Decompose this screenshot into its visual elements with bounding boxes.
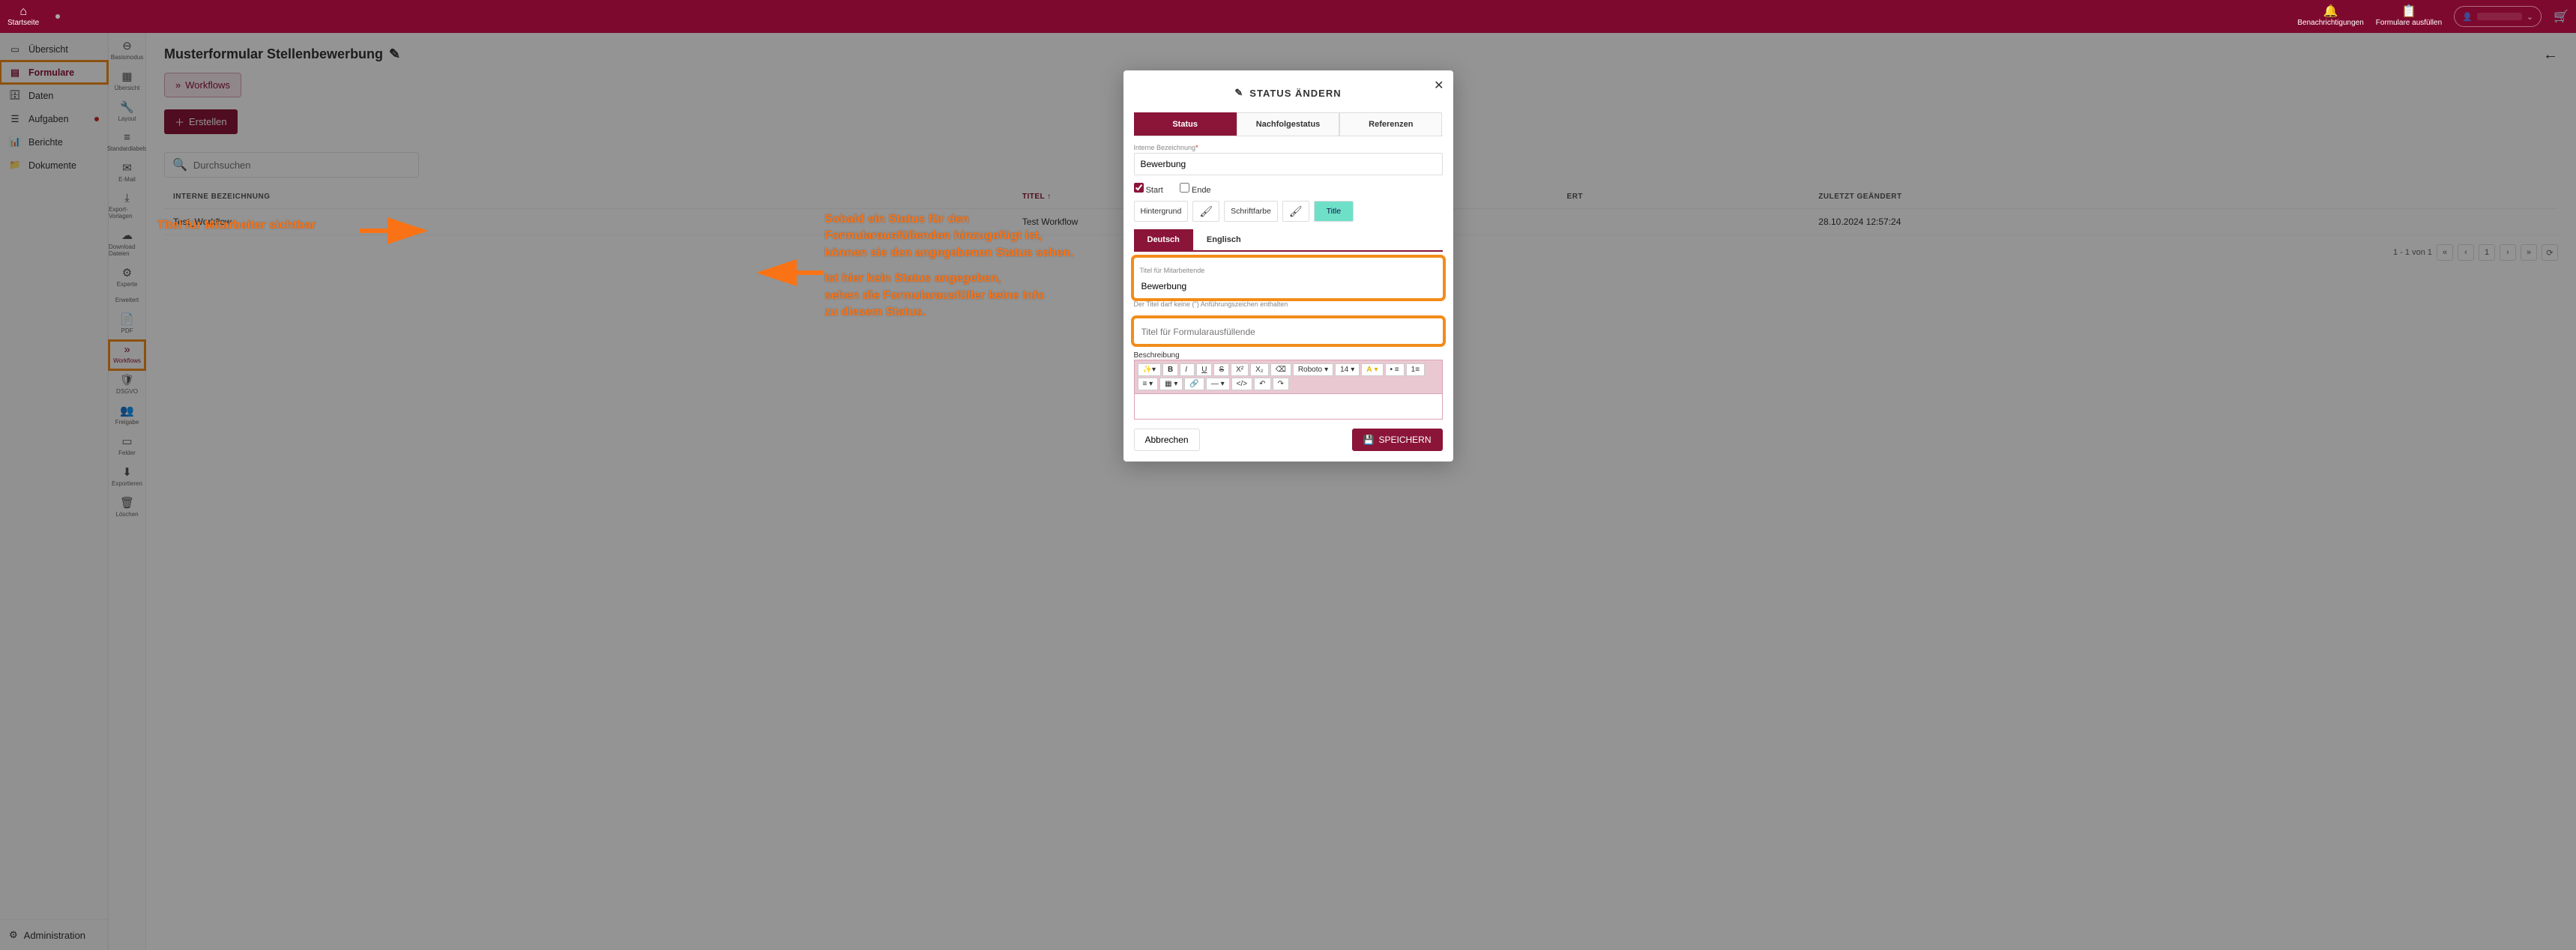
rte-color[interactable]: A ▾ — [1361, 363, 1383, 376]
rte-font[interactable]: Roboto ▾ — [1293, 363, 1333, 376]
user-icon: 👤 — [2462, 12, 2473, 22]
font-color-field[interactable]: Schriftfarbe — [1224, 201, 1278, 222]
home-icon: ⌂ — [19, 6, 27, 18]
rte-ul[interactable]: • ≡ — [1385, 363, 1405, 376]
rte-link[interactable]: 🔗 — [1184, 378, 1204, 390]
titel-note: Der Titel darf keine (") Anführungszeich… — [1134, 300, 1443, 308]
rte-redo[interactable]: ↷ — [1273, 378, 1289, 390]
fc-label: Schriftfarbe — [1231, 207, 1271, 216]
internal-input[interactable] — [1134, 153, 1443, 175]
rte-bold[interactable]: B — [1162, 363, 1178, 376]
rte-sup[interactable]: X² — [1231, 363, 1249, 376]
modal-title-text: STATUS ÄNDERN — [1249, 88, 1341, 99]
title-preview-chip: Title — [1314, 201, 1354, 222]
checkbox-start-wrap[interactable]: Start — [1134, 183, 1163, 195]
modal-title: ✎ STATUS ÄNDERN — [1123, 70, 1453, 112]
rte-code[interactable]: </> — [1231, 378, 1252, 390]
cb-start-label: Start — [1146, 186, 1163, 195]
annotation-right: Sobald ein Status für den Formularausfül… — [824, 211, 1139, 321]
arrow-left — [360, 216, 435, 246]
home-button[interactable]: ⌂ Startseite — [7, 6, 39, 27]
cart-icon[interactable]: 🛒 — [2554, 9, 2569, 24]
rte-size[interactable]: 14 ▾ — [1335, 363, 1360, 376]
rte-undo[interactable]: ↶ — [1254, 378, 1270, 390]
rte-align[interactable]: ≡ ▾ — [1138, 378, 1159, 390]
titel-formausfull-input[interactable] — [1135, 321, 1441, 342]
bell-icon: 🔔 — [2323, 6, 2338, 18]
font-colorpicker-button[interactable]: 🖌 — [1282, 201, 1309, 222]
background-color-field[interactable]: Hintergrund — [1134, 201, 1189, 222]
topbar: ⌂ Startseite 🔔 Benachrichtigungen 📋 Form… — [0, 0, 2576, 33]
status-modal: ✕ ✎ STATUS ÄNDERN Status Nachfolgestatus… — [1123, 70, 1453, 462]
language-tabs: Deutsch Englisch — [1134, 229, 1443, 252]
lang-deutsch[interactable]: Deutsch — [1134, 229, 1193, 250]
fill-forms-label: Formulare ausfüllen — [2376, 19, 2442, 27]
cb-end-label: Ende — [1192, 186, 1211, 195]
beschreibung-label: Beschreibung — [1134, 351, 1443, 360]
tab-status[interactable]: Status — [1134, 112, 1237, 136]
rte-ol[interactable]: 1≡ — [1406, 363, 1425, 376]
rte-line[interactable]: — ▾ — [1206, 378, 1230, 390]
rte-toolbar: ✨▾ B I U S X² X₂ ⌫ Roboto ▾ 14 ▾ A ▾ • ≡… — [1134, 360, 1443, 394]
lang-englisch[interactable]: Englisch — [1193, 229, 1255, 250]
annotation-left: Titel für Mitarbeiter sichtbar — [157, 217, 316, 234]
checkbox-end[interactable] — [1180, 183, 1189, 193]
tab-close-icon[interactable] — [55, 14, 60, 19]
save-label: SPEICHERN — [1378, 435, 1431, 445]
tab-referenzen[interactable]: Referenzen — [1339, 112, 1442, 136]
rte-body[interactable] — [1134, 394, 1443, 420]
save-button[interactable]: 💾 SPEICHERN — [1352, 429, 1443, 451]
bg-label: Hintergrund — [1141, 207, 1182, 216]
bg-colorpicker-button[interactable]: 🖌 — [1192, 201, 1219, 222]
modal-tabs: Status Nachfolgestatus Referenzen — [1134, 112, 1443, 136]
notifications-label: Benachrichtigungen — [2297, 19, 2363, 27]
close-button[interactable]: ✕ — [1434, 78, 1444, 93]
pencil-icon: ✎ — [1234, 87, 1243, 99]
internal-label: Interne Bezeichnung* — [1134, 144, 1443, 151]
titel-mitarbeitende-label: Titel für Mitarbeitende — [1135, 267, 1441, 274]
tab-nachfolgestatus[interactable]: Nachfolgestatus — [1237, 112, 1339, 136]
user-menu[interactable]: 👤 ⌄ — [2454, 6, 2542, 27]
cancel-button[interactable]: Abbrechen — [1134, 429, 1200, 451]
titel-mitarbeitende-box: Titel für Mitarbeitende — [1134, 258, 1443, 298]
clipboard-icon: 📋 — [2401, 6, 2416, 18]
save-icon: 💾 — [1363, 435, 1375, 445]
rte-sub[interactable]: X₂ — [1250, 363, 1269, 376]
notifications-button[interactable]: 🔔 Benachrichtigungen — [2297, 6, 2363, 27]
user-name-blurred — [2477, 13, 2522, 20]
rte-table[interactable]: ▦ ▾ — [1159, 378, 1183, 390]
chevron-down-icon: ⌄ — [2527, 12, 2533, 22]
titel-mitarbeitende-input[interactable] — [1135, 276, 1441, 297]
rte-magic[interactable]: ✨▾ — [1138, 363, 1161, 376]
rte-underline[interactable]: U — [1196, 363, 1212, 376]
home-label: Startseite — [7, 19, 39, 27]
fill-forms-button[interactable]: 📋 Formulare ausfüllen — [2376, 6, 2442, 27]
rte-italic[interactable]: I — [1180, 363, 1195, 376]
rte-clear[interactable]: ⌫ — [1270, 363, 1291, 376]
titel-formausfull-box — [1134, 318, 1443, 344]
arrow-right — [757, 258, 824, 288]
checkbox-start[interactable] — [1134, 183, 1144, 193]
checkbox-end-wrap[interactable]: Ende — [1180, 183, 1211, 195]
rte-strike[interactable]: S — [1213, 363, 1229, 376]
